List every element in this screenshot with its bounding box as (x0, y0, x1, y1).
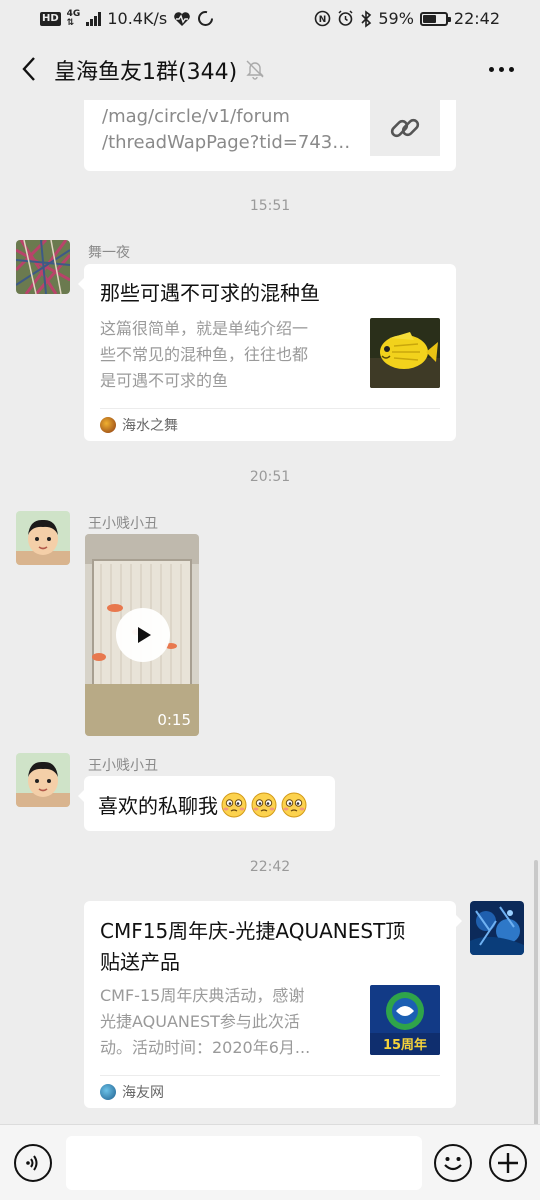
sender-name: 舞一夜 (88, 245, 130, 261)
avatar[interactable] (16, 240, 70, 294)
avatar-image (16, 240, 70, 294)
article-desc-line: 这篇很简单，就是单纯介绍一 (100, 319, 309, 338)
source-logo-icon (100, 416, 116, 433)
battery-icon (419, 11, 451, 26)
heart-monitor-icon (174, 11, 190, 26)
bluetooth-icon (361, 9, 372, 28)
battery-percent: 59% (378, 9, 414, 28)
battery-fill (422, 14, 436, 23)
back-button[interactable] (14, 52, 44, 86)
anniversary-logo-image: 15周年 (370, 985, 440, 1055)
avatar-image (16, 753, 70, 807)
status-bar: HD 4G ⇅ 10.4K/s N 59% 22:42 (0, 0, 540, 38)
source-logo-icon (100, 1083, 116, 1100)
dot-icon (498, 66, 504, 72)
network-speed: 10.4K/s (107, 9, 168, 28)
my-avatar[interactable] (470, 901, 524, 955)
signal-icon (86, 11, 102, 26)
input-bar (0, 1124, 540, 1200)
article-desc-line: 动。活动时间：2020年6月... (100, 1038, 311, 1057)
status-left: HD 4G ⇅ 10.4K/s (40, 9, 214, 28)
svg-text:N: N (319, 15, 327, 25)
sender-name: 王小贱小丑 (88, 758, 158, 774)
chat-title: 皇海鱼友1群(344) (54, 60, 238, 85)
article-desc-line: CMF-15周年庆典活动，感谢 (100, 986, 305, 1005)
network-type: 4G ⇅ (66, 9, 81, 28)
avatar[interactable] (16, 753, 70, 807)
play-icon (138, 627, 151, 643)
fish-image (370, 318, 440, 388)
thumb-caption: 15周年 (383, 1037, 427, 1053)
link-url-line-1: /mag/circle/v1/forum (102, 106, 290, 127)
article-desc-line: 些不常见的混种鱼，往往也都 (100, 345, 309, 364)
timestamp: 20:51 (249, 469, 291, 485)
voice-input-button[interactable] (14, 1144, 52, 1182)
chat-header: 皇海鱼友1群(344) (0, 38, 540, 100)
video-message[interactable]: 0:15 (85, 534, 199, 736)
awkward-face-emoji-icon (251, 792, 277, 817)
article-card[interactable]: 那些可遇不可求的混种鱼 这篇很简单，就是单纯介绍一 些不常见的混种鱼，往往也都 … (78, 264, 456, 441)
article-source: 海友网 (100, 1075, 440, 1107)
timestamp: 15:51 (249, 198, 291, 214)
article-thumbnail (370, 318, 440, 388)
article-card[interactable]: CMF15周年庆-光捷AQUANEST顶 贴送产品 CMF-15周年庆典活动，感… (84, 901, 462, 1108)
article-desc-line: 是可遇不可求的鱼 (100, 371, 229, 390)
article-title: 那些可遇不可求的混种鱼 (100, 281, 320, 305)
message-content: 喜欢的私聊我 (98, 790, 308, 819)
chat-area[interactable]: /mag/circle/v1/forum /threadWapPage?tid=… (0, 100, 540, 1124)
text-message[interactable]: 喜欢的私聊我 (78, 776, 335, 831)
nfc-icon: N (315, 10, 331, 27)
avatar-image (16, 511, 70, 565)
play-button[interactable] (116, 608, 170, 662)
mute-bell-icon (246, 60, 264, 80)
dot-icon (508, 66, 514, 72)
plus-icon (498, 1153, 518, 1173)
link-icon (390, 118, 420, 138)
article-thumbnail: 15周年 (370, 985, 440, 1055)
voice-icon (26, 1155, 38, 1171)
source-name: 海友网 (122, 1084, 164, 1101)
more-options-button[interactable] (484, 54, 518, 84)
message-text: 喜欢的私聊我 (98, 794, 218, 818)
alarm-icon (338, 10, 353, 26)
more-functions-button[interactable] (489, 1144, 527, 1182)
smiley-icon (444, 1157, 462, 1171)
link-thumb (370, 100, 440, 156)
video-duration: 0:15 (157, 711, 191, 729)
timestamp: 22:42 (249, 859, 291, 875)
article-source: 海水之舞 (100, 408, 440, 440)
emoji-button[interactable] (434, 1144, 472, 1182)
clock: 22:42 (453, 9, 500, 28)
status-right: N 59% 22:42 (314, 9, 500, 28)
article-title-line: CMF15周年庆-光捷AQUANEST顶 (100, 919, 406, 943)
dot-icon (488, 66, 494, 72)
article-title-line: 贴送产品 (100, 950, 180, 974)
sync-icon (198, 11, 214, 26)
chevron-left-icon (22, 57, 35, 81)
source-name: 海水之舞 (122, 417, 178, 434)
network-arrows-icon: ⇅ (66, 17, 75, 28)
sender-name: 王小贱小丑 (88, 516, 158, 532)
hd-badge: HD (40, 11, 61, 26)
link-message[interactable]: /mag/circle/v1/forum /threadWapPage?tid=… (84, 100, 456, 171)
message-input[interactable] (66, 1136, 422, 1190)
awkward-face-emoji-icon (281, 792, 307, 817)
article-desc-line: 光捷AQUANEST参与此次活 (100, 1012, 300, 1031)
avatar[interactable] (16, 511, 70, 565)
awkward-face-emoji-icon (221, 792, 247, 817)
scrollbar[interactable] (534, 860, 538, 1130)
link-url-line-2: /threadWapPage?tid=7438... (102, 132, 352, 153)
avatar-image (470, 901, 524, 955)
